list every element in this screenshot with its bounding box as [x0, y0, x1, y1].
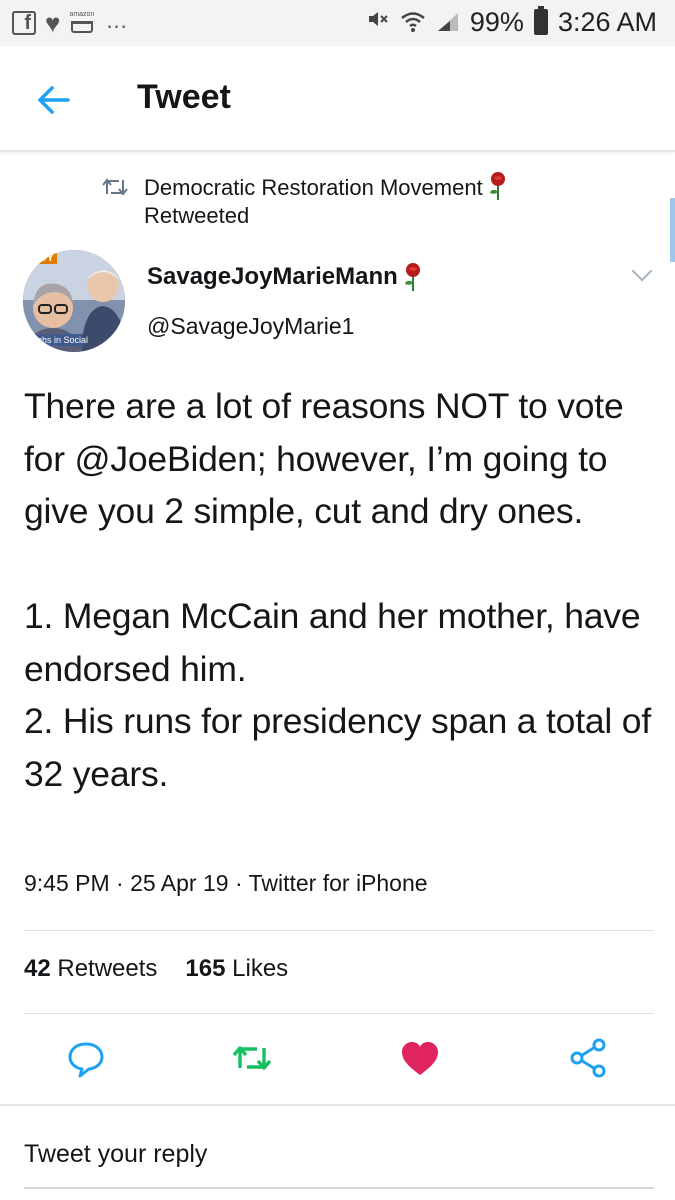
page-title: Tweet	[137, 78, 231, 116]
retweet-icon[interactable]	[230, 1036, 274, 1080]
reply-underline	[24, 1187, 654, 1189]
retweets-count[interactable]: 42	[24, 955, 51, 982]
battery-percent: 99%	[469, 6, 524, 37]
retweet-icon	[102, 178, 128, 196]
battery-icon	[533, 6, 548, 35]
clock: 3:26 AM	[557, 6, 657, 37]
avatar-caption-text: aughs in Social	[27, 335, 89, 345]
mute-icon	[366, 7, 390, 37]
author-handle[interactable]: @SavageJoyMarie1	[147, 313, 354, 340]
tweet-timestamp: 9:45 PM · 25 Apr 19 · Twitter for iPhone	[24, 870, 428, 896]
share-icon[interactable]	[566, 1036, 610, 1080]
heart-icon[interactable]	[398, 1036, 442, 1080]
chevron-down-icon[interactable]	[631, 268, 653, 284]
divider	[24, 930, 654, 931]
notification-icons: f ♥ amazon ...	[12, 8, 128, 38]
signal-icon	[437, 13, 458, 31]
heart-icon: ♥	[45, 8, 61, 38]
avatar[interactable]: JOY aughs in Social	[23, 250, 125, 352]
status-bar: f ♥ amazon ... 99% 3:26 AM	[0, 0, 675, 46]
author-name-text: SavageJoyMarieMann	[147, 263, 398, 290]
avatar-badge-text: JOY	[29, 252, 58, 264]
tweet-stats: 42 Retweets 165 Likes	[24, 955, 288, 983]
facebook-icon: f	[12, 11, 36, 35]
divider	[0, 1104, 675, 1106]
divider	[24, 1013, 654, 1014]
rose-emoji-icon	[487, 171, 509, 201]
tweet-text: There are a lot of reasons NOT to vote f…	[24, 386, 651, 794]
system-icons: 99% 3:26 AM	[366, 4, 657, 40]
retweets-label[interactable]: Retweets	[57, 955, 157, 982]
likes-count[interactable]: 165	[185, 955, 225, 982]
wifi-icon	[401, 12, 425, 32]
back-arrow-icon[interactable]	[34, 80, 74, 120]
author-display-name[interactable]: SavageJoyMarieMann	[147, 262, 424, 292]
retweeter-name[interactable]: Democratic Restoration Movement	[144, 175, 483, 200]
rose-emoji-icon	[402, 262, 424, 292]
app-header: Tweet	[0, 46, 675, 152]
reply-input[interactable]: Tweet your reply	[24, 1140, 207, 1169]
retweeted-label: Retweeted	[144, 203, 250, 228]
reply-icon[interactable]	[64, 1036, 108, 1080]
likes-label[interactable]: Likes	[232, 955, 288, 982]
retweet-context-text: Democratic Restoration Movement Retweete…	[144, 171, 584, 230]
amazon-cart-icon: amazon	[69, 11, 97, 35]
more-dots-icon: ...	[106, 8, 128, 33]
scroll-indicator	[670, 198, 675, 262]
amazon-label: amazon	[69, 11, 95, 18]
